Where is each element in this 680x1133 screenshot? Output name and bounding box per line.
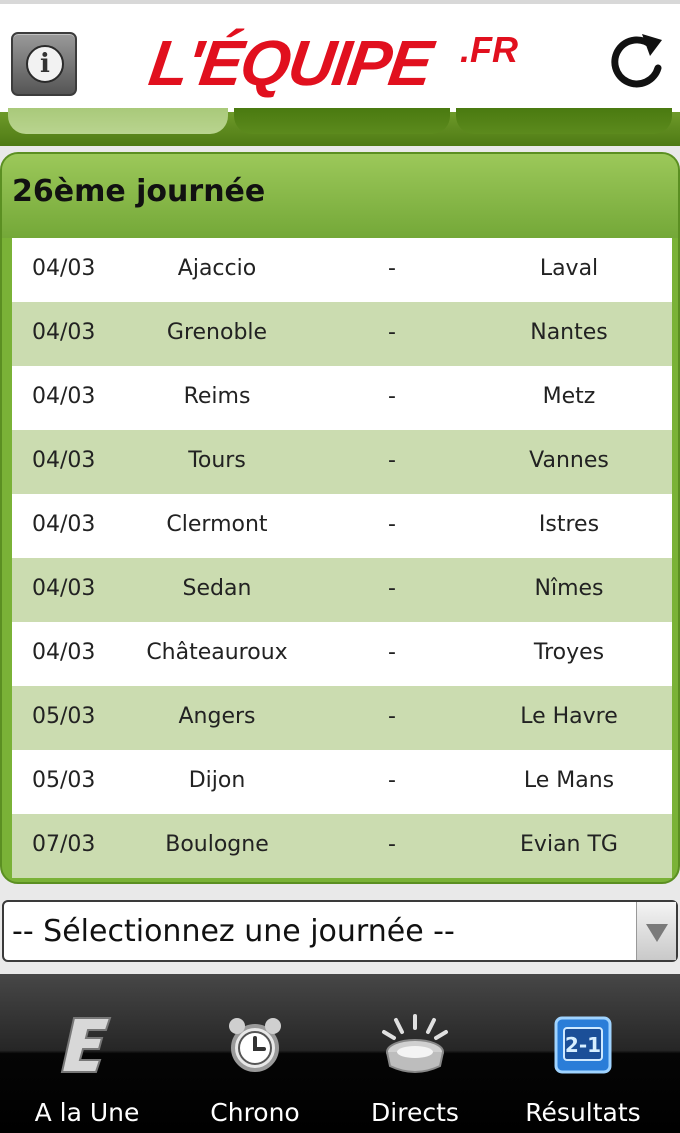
- home-team: Reims: [183, 384, 251, 409]
- match-score: -: [388, 832, 396, 857]
- match-date: 05/03: [32, 704, 96, 729]
- table-row[interactable]: 04/03 Grenoble - Nantes: [12, 302, 672, 366]
- nav-item-chrono[interactable]: Chrono: [170, 974, 340, 1133]
- away-team: Nîmes: [534, 576, 604, 601]
- home-team: Ajaccio: [177, 256, 257, 281]
- nav-label: A la Une: [34, 1098, 140, 1127]
- away-team: Le Mans: [523, 768, 615, 793]
- lequipe-logo: L'ÉQUIPE .FR: [145, 27, 540, 99]
- match-date: 04/03: [32, 448, 96, 473]
- round-title: 26ème journée: [12, 174, 266, 209]
- logo-suffix-text: .FR: [460, 29, 518, 70]
- nav-item-directs[interactable]: Directs: [330, 974, 500, 1133]
- nav-label: Résultats: [525, 1098, 641, 1127]
- match-date: 04/03: [32, 320, 96, 345]
- table-row[interactable]: 04/03 Reims - Metz: [12, 366, 672, 430]
- away-team: Troyes: [533, 640, 605, 665]
- match-score: -: [388, 320, 396, 345]
- fixtures-card: 26ème journée 04/03 Ajaccio - Laval 04/03 Gre…: [0, 152, 680, 884]
- away-team: Evian TG: [520, 832, 618, 857]
- table-row[interactable]: 05/03 Angers - Le Havre: [12, 686, 672, 750]
- match-score: -: [388, 704, 396, 729]
- tab-1[interactable]: [8, 108, 228, 134]
- home-team: Tours: [188, 448, 246, 473]
- away-team: Istres: [538, 512, 600, 537]
- tab-strip: [0, 108, 680, 146]
- table-row[interactable]: 04/03 Clermont - Istres: [12, 494, 672, 558]
- away-team: Laval: [539, 256, 599, 281]
- round-select[interactable]: -- Sélectionnez une journée --: [2, 900, 678, 962]
- home-team: Châteauroux: [146, 640, 288, 665]
- fixtures-table: 04/03 Ajaccio - Laval 04/03 Grenoble - Nantes 04…: [12, 238, 672, 878]
- home-team: Sedan: [182, 576, 252, 601]
- match-score: -: [388, 256, 396, 281]
- tab-3[interactable]: [456, 108, 672, 134]
- match-date: 04/03: [32, 384, 96, 409]
- nav-label: Chrono: [210, 1098, 300, 1127]
- table-row[interactable]: 05/03 Dijon - Le Mans: [12, 750, 672, 814]
- scoreboard-icon: 2-1: [554, 1016, 612, 1074]
- away-team: Vannes: [529, 448, 609, 473]
- alarm-clock-icon: [229, 1018, 281, 1072]
- table-row[interactable]: 04/03 Châteauroux - Troyes: [12, 622, 672, 686]
- match-score: -: [388, 640, 396, 665]
- bottom-nav: A la Une Chrono Directs 2-1 Résultats: [0, 974, 680, 1133]
- nav-label: Directs: [371, 1098, 459, 1127]
- refresh-icon[interactable]: [604, 30, 668, 94]
- home-team: Grenoble: [166, 320, 268, 345]
- match-date: 04/03: [32, 512, 96, 537]
- home-team: Clermont: [166, 512, 268, 537]
- logo-main-text: L'ÉQUIPE: [144, 27, 436, 99]
- table-row[interactable]: 04/03 Tours - Vannes: [12, 430, 672, 494]
- match-score: -: [388, 448, 396, 473]
- dropdown-arrow-icon[interactable]: [636, 902, 676, 960]
- e-logo-icon: [60, 1017, 112, 1073]
- info-button[interactable]: i: [11, 32, 77, 96]
- match-score: -: [388, 384, 396, 409]
- match-date: 04/03: [32, 640, 96, 665]
- home-team: Angers: [178, 704, 256, 729]
- header: i L'ÉQUIPE .FR: [0, 0, 680, 112]
- match-score: -: [388, 768, 396, 793]
- match-date: 05/03: [32, 768, 96, 793]
- match-date: 04/03: [32, 576, 96, 601]
- round-select-value: -- Sélectionnez une journée --: [12, 914, 455, 949]
- tab-2[interactable]: [234, 108, 450, 134]
- home-team: Dijon: [188, 768, 246, 793]
- away-team: Metz: [542, 384, 596, 409]
- info-icon: i: [26, 45, 64, 83]
- table-row[interactable]: 04/03 Sedan - Nîmes: [12, 558, 672, 622]
- nav-item-resultats[interactable]: 2-1 Résultats: [498, 974, 668, 1133]
- table-row[interactable]: 04/03 Ajaccio - Laval: [12, 238, 672, 302]
- nav-item-a-la-une[interactable]: A la Une: [2, 974, 172, 1133]
- away-team: Le Havre: [520, 704, 618, 729]
- svg-text:2-1: 2-1: [565, 1033, 601, 1057]
- app-screen: i L'ÉQUIPE .FR 26ème journée 04/03 Ajacci…: [0, 0, 680, 1133]
- match-score: -: [388, 576, 396, 601]
- home-team: Boulogne: [165, 832, 269, 857]
- stadium-icon: [382, 1014, 448, 1073]
- match-date: 04/03: [32, 256, 96, 281]
- table-row[interactable]: 07/03 Boulogne - Evian TG: [12, 814, 672, 878]
- match-score: -: [388, 512, 396, 537]
- match-date: 07/03: [32, 832, 96, 857]
- away-team: Nantes: [530, 320, 608, 345]
